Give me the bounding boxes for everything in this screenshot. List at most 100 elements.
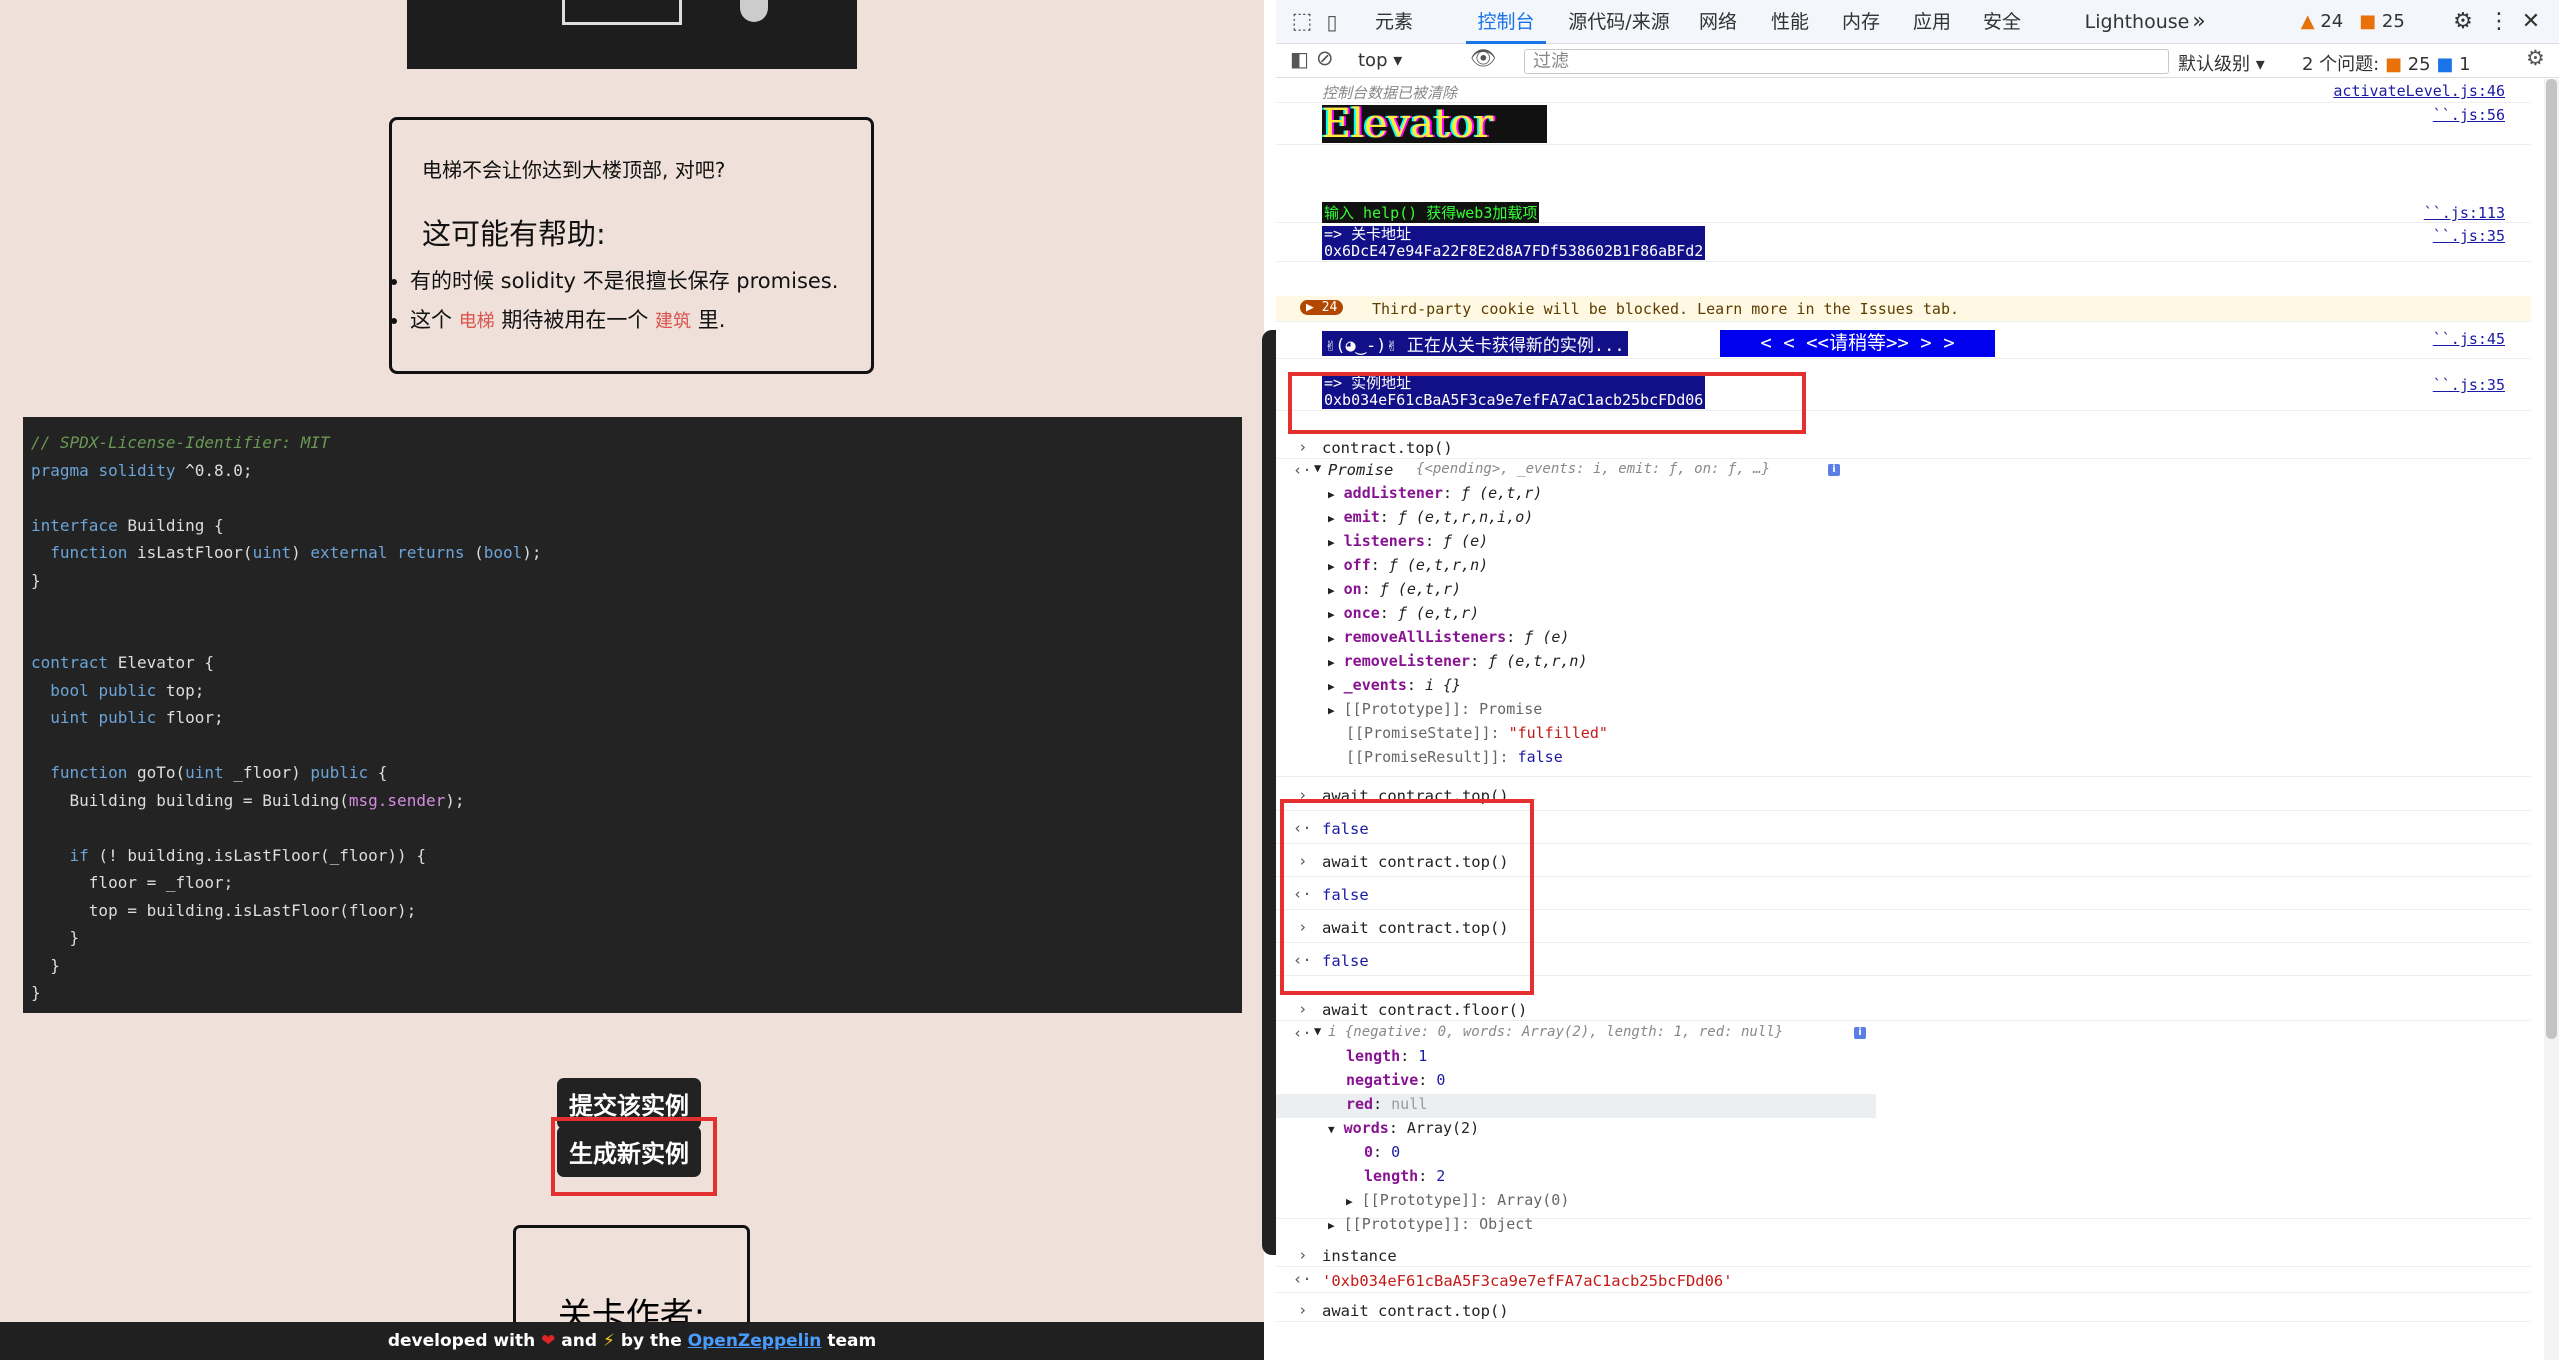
openzeppelin-link[interactable]: OpenZeppelin bbox=[688, 1331, 822, 1351]
scrollbar-thumb[interactable] bbox=[2546, 79, 2557, 1039]
promise-property[interactable]: ▶ _events: i {} bbox=[1328, 676, 1461, 694]
tab-elements[interactable]: 元素 bbox=[1364, 0, 1424, 44]
expand-triangle-icon[interactable]: ▶ bbox=[1328, 584, 1335, 597]
close-icon[interactable]: ✕ bbox=[2516, 0, 2546, 44]
prop-key: red bbox=[1346, 1095, 1374, 1113]
source-link[interactable]: ``.js:113 bbox=[2424, 204, 2505, 222]
tab-performance[interactable]: 性能 bbox=[1765, 0, 1815, 44]
tab-sources[interactable]: 源代码/来源 bbox=[1559, 0, 1679, 44]
device-toolbar-icon[interactable]: ▯ bbox=[1320, 0, 1344, 44]
devtools-panel: ⬚ ▯ 元素 控制台 源代码/来源 网络 性能 内存 应用 安全 Lightho… bbox=[1276, 0, 2559, 1360]
kebab-menu-icon[interactable]: ⋮ bbox=[2488, 0, 2510, 44]
instance-address-label: => 实例地址 bbox=[1324, 374, 1412, 392]
code-line: function goTo(uint _floor) public { bbox=[50, 763, 388, 782]
expand-triangle-icon[interactable]: ▶ bbox=[1328, 656, 1335, 669]
source-link[interactable]: ``.js:35 bbox=[2433, 227, 2505, 245]
errors-badge[interactable]: ■ 25 bbox=[2356, 0, 2408, 44]
tab-security[interactable]: 安全 bbox=[1977, 0, 2027, 44]
error-icon: ■ bbox=[2359, 11, 2377, 32]
source-link[interactable]: ``.js:45 bbox=[2433, 330, 2505, 348]
footer: developed with ❤ and ⚡ by the OpenZeppel… bbox=[0, 1322, 1264, 1360]
command-text: await contract.top() bbox=[1322, 853, 1509, 871]
expand-triangle-icon[interactable]: ▶ bbox=[1328, 632, 1335, 645]
promise-property[interactable]: ▶ removeAllListeners: ƒ (e) bbox=[1328, 628, 1569, 646]
command-text: await contract.floor() bbox=[1322, 1001, 1528, 1019]
tab-console[interactable]: 控制台 bbox=[1466, 0, 1546, 44]
source-link[interactable]: ``.js:56 bbox=[2433, 106, 2505, 124]
new-instance-button[interactable]: 生成新实例 bbox=[557, 1126, 701, 1177]
tab-application[interactable]: 应用 bbox=[1907, 0, 1957, 44]
console-scrollbar[interactable] bbox=[2544, 79, 2559, 1360]
eye-icon[interactable]: 👁 bbox=[1470, 46, 1497, 71]
code-line: contract Elevator { bbox=[31, 653, 215, 672]
promise-property[interactable]: ▶ off: ƒ (e,t,r,n) bbox=[1328, 556, 1488, 574]
prototype-row[interactable]: ▶ [[Prototype]]: Promise bbox=[1328, 700, 1542, 718]
expand-triangle-icon[interactable]: ▶ bbox=[1328, 560, 1335, 573]
expand-triangle-icon[interactable]: ▶ bbox=[1328, 680, 1335, 693]
inspect-icon[interactable]: ⬚ bbox=[1290, 0, 1314, 44]
promise-property[interactable]: ▶ once: ƒ (e,t,r) bbox=[1328, 604, 1479, 622]
level-image bbox=[407, 0, 857, 69]
info-icon[interactable]: i bbox=[1854, 1027, 1866, 1039]
hint-item: 这个 电梯 期待被用在一个 建筑 里. bbox=[410, 304, 841, 334]
wait-message: < < <<请稍等>> > > bbox=[1720, 330, 1995, 357]
warnings-badge[interactable]: ▲ 24 bbox=[2296, 0, 2348, 44]
expand-triangle-icon[interactable]: ▼ bbox=[1314, 461, 1321, 475]
clear-console-icon[interactable]: ⊘ bbox=[1316, 46, 1334, 70]
console-message: 控制台数据已被清除 activateLevel.js:46 bbox=[1276, 79, 2531, 103]
prototype-text: [[Prototype]]: Object bbox=[1343, 1215, 1534, 1233]
promise-property[interactable]: ▶ listeners: ƒ (e) bbox=[1328, 532, 1488, 550]
submit-instance-button[interactable]: 提交该实例 bbox=[557, 1078, 701, 1129]
expand-triangle-icon[interactable]: ▼ bbox=[1314, 1024, 1321, 1038]
promise-property[interactable]: ▶ addListener: ƒ (e,t,r) bbox=[1328, 484, 1542, 502]
promise-property[interactable]: ▶ on: ƒ (e,t,r) bbox=[1328, 580, 1461, 598]
filter-input[interactable]: 过滤 bbox=[1524, 49, 2169, 74]
console-settings-icon[interactable]: ⚙ bbox=[2526, 46, 2545, 70]
hint-text: 这个 bbox=[410, 308, 459, 332]
source-link[interactable]: ``.js:35 bbox=[2433, 376, 2505, 394]
command-text: await contract.top() bbox=[1322, 787, 1509, 805]
warning-group-badge[interactable]: ▶ 24 bbox=[1300, 300, 1344, 315]
expand-triangle-icon[interactable]: ▶ bbox=[1328, 608, 1335, 621]
code-line: pragma solidity ^0.8.0; bbox=[31, 460, 253, 480]
bn-prop: length: 1 bbox=[1346, 1047, 1428, 1065]
promise-property[interactable]: ▶ emit: ƒ (e,t,r,n,i,o) bbox=[1328, 508, 1533, 526]
code-line: bool public top; bbox=[50, 680, 205, 700]
output-chevron-icon: ‹· bbox=[1293, 461, 1312, 479]
prop-value: 1 bbox=[1418, 1047, 1428, 1065]
object-prototype-row[interactable]: ▶ [[Prototype]]: Object bbox=[1328, 1215, 1533, 1233]
promise-preview: {<pending>, _events: i, emit: ƒ, on: ƒ, … bbox=[1416, 461, 1771, 477]
input-chevron-icon: › bbox=[1298, 918, 1308, 936]
array-prototype-row[interactable]: ▶ [[Prototype]]: Array(0) bbox=[1346, 1191, 1569, 1209]
settings-gear-icon[interactable]: ⚙ bbox=[2448, 0, 2478, 44]
heart-icon: ❤ bbox=[541, 1331, 556, 1351]
prop-value: 2 bbox=[1436, 1167, 1446, 1185]
footer-text: developed with bbox=[387, 1331, 542, 1351]
page-divider bbox=[1262, 330, 1276, 1255]
issues-counter[interactable]: 2 个问题: ■ 25 ■ 1 bbox=[2302, 50, 2471, 76]
source-link[interactable]: activateLevel.js:46 bbox=[2333, 82, 2505, 100]
console-message: Elevator ``.js:56 bbox=[1276, 103, 2531, 145]
hint-text: 有的时候 solidity 不是很擅长保存 promises. bbox=[410, 269, 839, 293]
tab-network[interactable]: 网络 bbox=[1693, 0, 1743, 44]
sidebar-toggle-icon[interactable]: ◧ bbox=[1290, 47, 1309, 71]
more-tabs-icon[interactable]: » bbox=[2184, 0, 2214, 44]
bn-preview: i {negative: 0, words: Array(2), length:… bbox=[1328, 1024, 1784, 1040]
instance-address-block: => 实例地址 0xb034eF61cBaA5F3ca9e7efFA7aC1acb… bbox=[1322, 374, 1706, 409]
expand-triangle-icon[interactable]: ▶ bbox=[1328, 512, 1335, 525]
tab-memory[interactable]: 内存 bbox=[1836, 0, 1886, 44]
log-level-dropdown[interactable]: 默认级别 ▾ bbox=[2178, 50, 2265, 76]
expand-triangle-icon[interactable]: ▶ bbox=[1328, 536, 1335, 549]
prop-value: ƒ (e) bbox=[1524, 628, 1570, 646]
expand-triangle-icon[interactable]: ▶ bbox=[1328, 488, 1335, 501]
bn-prop[interactable]: ▼ words: Array(2) bbox=[1328, 1119, 1479, 1137]
prop-key: words bbox=[1343, 1119, 1389, 1137]
warning-icon: ▲ bbox=[2300, 11, 2315, 32]
promise-property[interactable]: ▶ removeListener: ƒ (e,t,r,n) bbox=[1328, 652, 1588, 670]
context-selector[interactable]: top ▾ bbox=[1358, 50, 1402, 71]
info-icon[interactable]: i bbox=[1828, 464, 1840, 476]
console-message: => 关卡地址 0x6DcE47e94Fa22F8E2d8A7FDf538602B… bbox=[1276, 224, 2531, 262]
code-line: interface Building { bbox=[31, 515, 224, 535]
